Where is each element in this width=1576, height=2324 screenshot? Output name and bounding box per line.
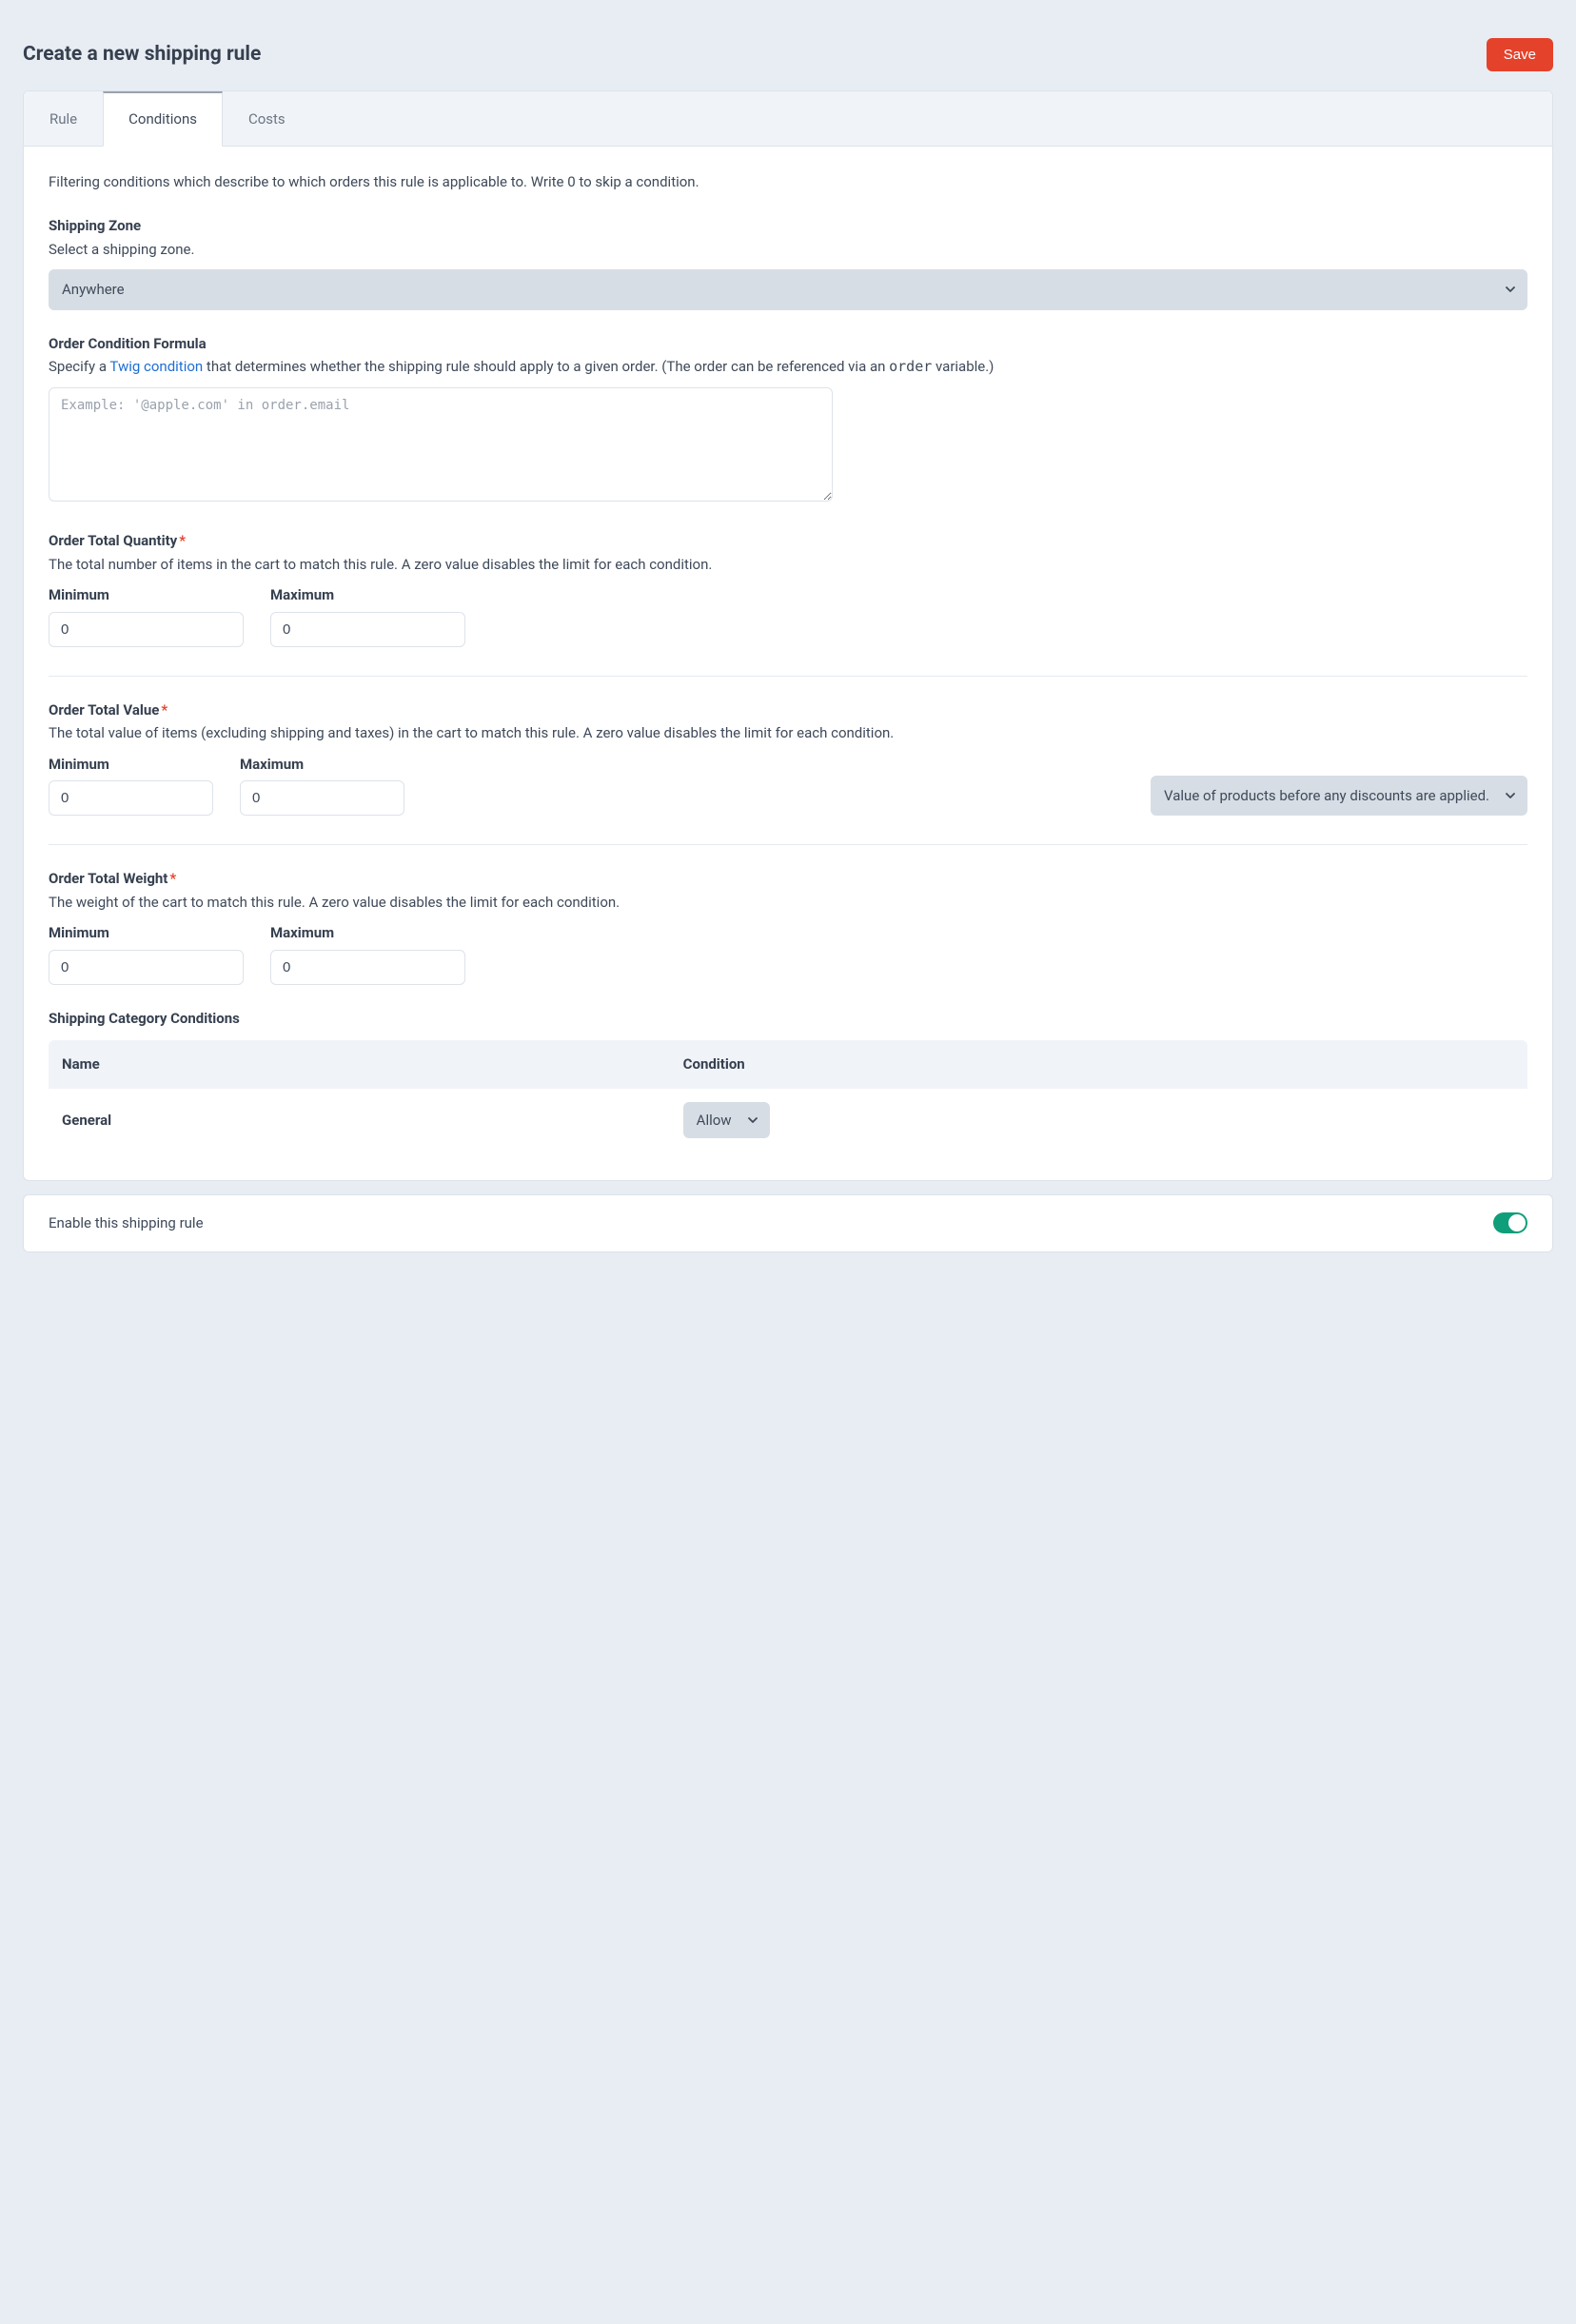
category-conditions-table: Name Condition General Allow — [49, 1040, 1527, 1152]
main-card: Rule Conditions Costs Filtering conditio… — [23, 90, 1553, 1181]
weight-min-label: Minimum — [49, 922, 244, 944]
enable-card: Enable this shipping rule — [23, 1194, 1553, 1252]
required-icon: * — [161, 701, 167, 719]
tab-rule[interactable]: Rule — [24, 91, 103, 147]
divider — [49, 676, 1527, 677]
enable-label: Enable this shipping rule — [49, 1212, 204, 1234]
col-name-header: Name — [49, 1040, 670, 1089]
shipping-zone-label: Shipping Zone — [49, 215, 1527, 237]
weight-max-label: Maximum — [270, 922, 465, 944]
required-icon: * — [179, 532, 186, 549]
required-icon: * — [169, 870, 176, 887]
quantity-max-input[interactable] — [270, 612, 465, 647]
total-weight-label: Order Total Weight — [49, 870, 167, 887]
total-weight-help: The weight of the cart to match this rul… — [49, 892, 1527, 914]
tabs: Rule Conditions Costs — [24, 91, 1552, 147]
row-name: General — [49, 1089, 670, 1152]
shipping-zone-help: Select a shipping zone. — [49, 239, 1527, 261]
total-quantity-help: The total number of items in the cart to… — [49, 554, 1527, 576]
total-value-label: Order Total Value — [49, 701, 159, 719]
shipping-zone-value: Anywhere — [49, 269, 1527, 310]
order-condition-code-var: order — [889, 358, 932, 375]
shipping-zone-select[interactable]: Anywhere — [49, 269, 1527, 310]
quantity-min-label: Minimum — [49, 584, 244, 606]
order-condition-label: Order Condition Formula — [49, 333, 1527, 355]
weight-min-input[interactable] — [49, 950, 244, 985]
save-button[interactable]: Save — [1487, 38, 1553, 71]
weight-max-input[interactable] — [270, 950, 465, 985]
enable-toggle[interactable] — [1493, 1212, 1527, 1233]
row-condition-value: Allow — [683, 1102, 770, 1139]
total-value-help: The total value of items (excluding ship… — [49, 722, 1527, 744]
row-condition-select[interactable]: Allow — [683, 1102, 770, 1139]
value-min-input[interactable] — [49, 780, 213, 816]
total-value-basis-select[interactable]: Value of products before any discounts a… — [1151, 776, 1527, 817]
panel-description: Filtering conditions which describe to w… — [49, 171, 1527, 193]
tab-costs[interactable]: Costs — [223, 91, 311, 147]
page-title: Create a new shipping rule — [23, 40, 261, 70]
table-row: General Allow — [49, 1089, 1527, 1152]
quantity-min-input[interactable] — [49, 612, 244, 647]
order-condition-textarea[interactable] — [49, 387, 833, 502]
order-condition-help-mid: that determines whether the shipping rul… — [203, 358, 889, 375]
quantity-max-label: Maximum — [270, 584, 465, 606]
toggle-knob — [1508, 1214, 1526, 1231]
col-condition-header: Condition — [670, 1040, 1527, 1089]
total-value-basis-value: Value of products before any discounts a… — [1151, 776, 1527, 817]
total-quantity-label: Order Total Quantity — [49, 532, 177, 549]
order-condition-help: Specify a Twig condition that determines… — [49, 356, 1527, 378]
twig-condition-link[interactable]: Twig condition — [109, 358, 203, 375]
value-max-label: Maximum — [240, 754, 404, 776]
value-min-label: Minimum — [49, 754, 213, 776]
tab-conditions[interactable]: Conditions — [103, 91, 223, 147]
value-max-input[interactable] — [240, 780, 404, 816]
order-condition-help-suffix: variable.) — [932, 358, 994, 375]
category-conditions-label: Shipping Category Conditions — [49, 1008, 1527, 1030]
divider — [49, 844, 1527, 845]
order-condition-help-prefix: Specify a — [49, 358, 109, 375]
